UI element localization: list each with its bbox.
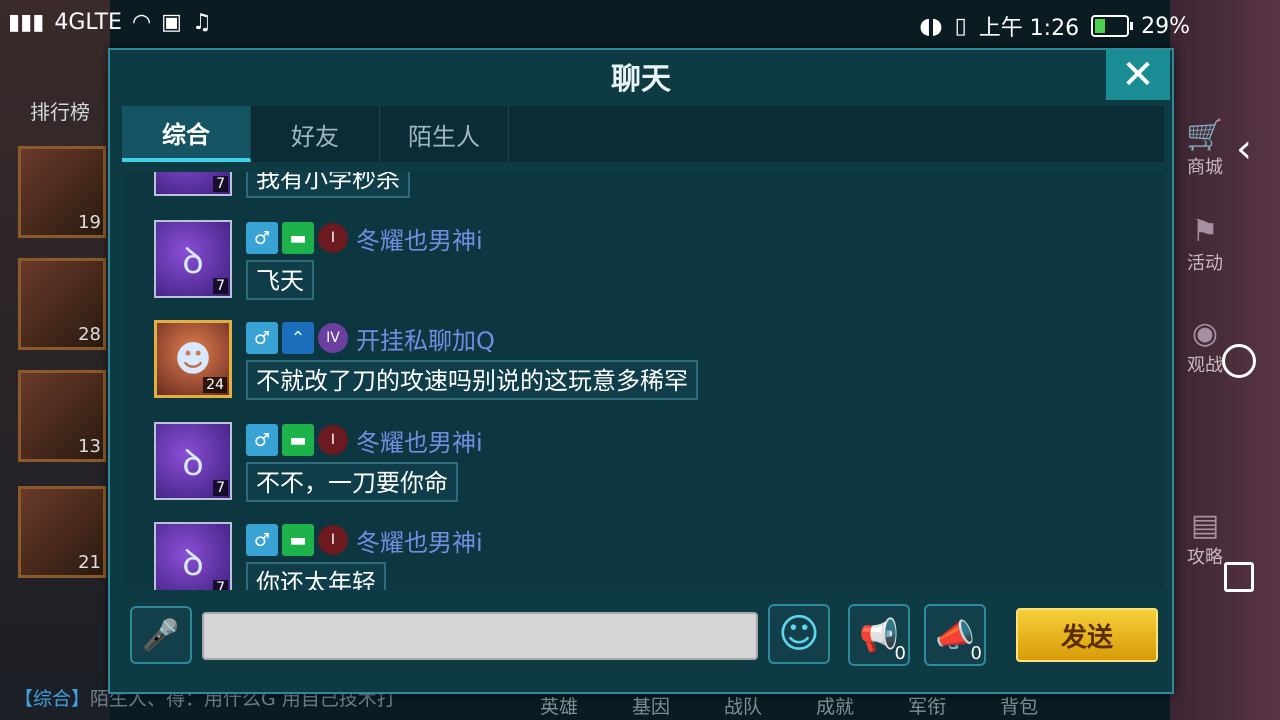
- message-bubble: 飞天: [246, 260, 314, 300]
- signal-icon: ▮▮▮: [8, 10, 45, 35]
- rank-badge-icon: I: [318, 525, 348, 555]
- send-button[interactable]: 发送: [1016, 608, 1158, 662]
- ranking-avatar[interactable]: 28: [18, 258, 106, 350]
- ranking-level: 21: [78, 552, 101, 573]
- battery-icon: [1091, 15, 1134, 37]
- wifi-icon: ◠: [131, 10, 152, 35]
- male-icon: ♂: [246, 424, 278, 456]
- male-icon: ♂: [246, 524, 278, 556]
- tab-friends[interactable]: 好友: [251, 106, 380, 162]
- chat-message: ꝺ7 我有小学秒杀: [154, 172, 1054, 208]
- sender-name[interactable]: 冬耀也男神i: [356, 523, 483, 558]
- dialog-title: 聊天: [611, 62, 671, 97]
- battery-percent: 29%: [1141, 13, 1190, 39]
- player-level: 24: [203, 377, 227, 393]
- chat-input[interactable]: [202, 612, 758, 660]
- clock: 上午 1:26: [978, 16, 1080, 41]
- player-level: 7: [213, 278, 228, 294]
- home-icon[interactable]: [1222, 344, 1256, 378]
- chat-tabs: 综合 好友 陌生人: [122, 106, 1164, 162]
- megaphone-gold-icon: 📢: [859, 616, 899, 654]
- member-icon: ▬: [282, 424, 314, 456]
- recent-apps-icon[interactable]: [1224, 562, 1254, 592]
- close-button[interactable]: ✕: [1106, 50, 1170, 100]
- megaphone-silver-icon: 📣: [935, 616, 975, 654]
- rank-badge-icon: I: [318, 425, 348, 455]
- rank-badge-icon: IV: [318, 323, 348, 353]
- headset-icon: ◖◗: [919, 13, 943, 39]
- nav-heroes[interactable]: 英雄: [540, 692, 578, 719]
- chat-message: ꝺ7 ♂ ▬ I 冬耀也男神i 不不，一刀要你命: [154, 422, 1054, 512]
- message-bubble: 不就改了刀的攻速吗别说的这玩意多稀罕: [246, 360, 698, 400]
- message-bubble: 你还太年轻: [246, 562, 386, 590]
- ranking-avatar[interactable]: 19: [18, 146, 106, 238]
- rank-badge-icon: I: [318, 223, 348, 253]
- chevron-up-icon: ⌃: [282, 322, 314, 354]
- nav-achievements[interactable]: 成就: [816, 692, 854, 719]
- nav-rank[interactable]: 军衔: [908, 692, 946, 719]
- network-label: 4GLTE: [54, 10, 122, 35]
- ranking-level: 19: [78, 212, 101, 233]
- back-icon[interactable]: ‹: [1236, 126, 1252, 172]
- avatar[interactable]: ☻ 24: [154, 320, 232, 398]
- member-icon: ▬: [282, 524, 314, 556]
- chat-message: ☻ 24 ♂ ⌃ IV 开挂私聊加Q 不就改了刀的攻速吗别说的这玩意多稀罕: [154, 320, 1054, 410]
- player-level: 7: [213, 480, 228, 496]
- avatar[interactable]: ꝺ7: [154, 172, 232, 196]
- message-bubble: 不不，一刀要你命: [246, 462, 458, 502]
- tab-strangers[interactable]: 陌生人: [380, 106, 509, 162]
- member-icon: ▬: [282, 222, 314, 254]
- ticker-channel: 【综合】: [14, 688, 91, 710]
- emoji-button[interactable]: ☺: [768, 604, 830, 664]
- gold-horn-button[interactable]: 📢 0: [848, 604, 910, 666]
- ranking-avatar[interactable]: 13: [18, 370, 106, 462]
- gold-horn-count: 0: [894, 643, 906, 664]
- nav-genes[interactable]: 基因: [632, 692, 670, 719]
- background-left-panel: 排行榜 19 28 13 21: [0, 0, 110, 720]
- microphone-icon: 🎤: [142, 617, 180, 653]
- ranking-label[interactable]: 排行榜: [30, 96, 90, 125]
- ranking-level: 28: [78, 324, 101, 345]
- ranking-level: 13: [78, 436, 101, 457]
- avatar[interactable]: ꝺ7: [154, 522, 232, 590]
- chat-message: ꝺ7 ♂ ▬ I 冬耀也男神i 飞天: [154, 220, 1054, 310]
- chat-dialog: 聊天 ✕ 综合 好友 陌生人 ꝺ7 我有小学秒杀 ꝺ7 ♂ ▬ I 冬耀也男神i…: [108, 48, 1174, 694]
- image-icon: ▣: [161, 10, 182, 35]
- nav-team[interactable]: 战队: [724, 692, 762, 719]
- male-icon: ♂: [246, 222, 278, 254]
- sender-name[interactable]: 开挂私聊加Q: [356, 321, 495, 356]
- vibrate-icon: ▯: [954, 13, 967, 39]
- chat-message: ꝺ7 ♂ ▬ I 冬耀也男神i 你还太年轻: [154, 522, 1054, 590]
- sender-name[interactable]: 冬耀也男神i: [356, 423, 483, 458]
- silver-horn-button[interactable]: 📣 0: [924, 604, 986, 666]
- tab-general[interactable]: 综合: [122, 106, 251, 162]
- player-level: 7: [213, 176, 228, 192]
- android-nav-bar: ‹: [1190, 100, 1280, 620]
- bottom-nav: 英雄 基因 战队 成就 军衔 背包: [540, 692, 1038, 719]
- male-icon: ♂: [246, 322, 278, 354]
- message-bubble: 我有小学秒杀: [246, 172, 410, 198]
- status-bar: ▮▮▮ 4GLTE ◠ ▣ ♫ ◖◗ ▯ 上午 1:26 29%: [0, 0, 1280, 50]
- player-level: 7: [213, 580, 228, 590]
- avatar[interactable]: ꝺ7: [154, 422, 232, 500]
- avatar[interactable]: ꝺ7: [154, 220, 232, 298]
- close-icon: ✕: [1121, 52, 1155, 98]
- music-icon: ♫: [191, 10, 212, 35]
- smiley-icon: ☺: [778, 611, 820, 657]
- ranking-avatar[interactable]: 21: [18, 486, 106, 578]
- chat-message-list[interactable]: ꝺ7 我有小学秒杀 ꝺ7 ♂ ▬ I 冬耀也男神i 飞天 ☻24 ♂ ⌃ IV …: [122, 172, 1164, 590]
- sender-name[interactable]: 冬耀也男神i: [356, 221, 483, 256]
- silver-horn-count: 0: [970, 643, 982, 664]
- nav-backpack[interactable]: 背包: [1000, 692, 1038, 719]
- voice-button[interactable]: 🎤: [130, 606, 192, 664]
